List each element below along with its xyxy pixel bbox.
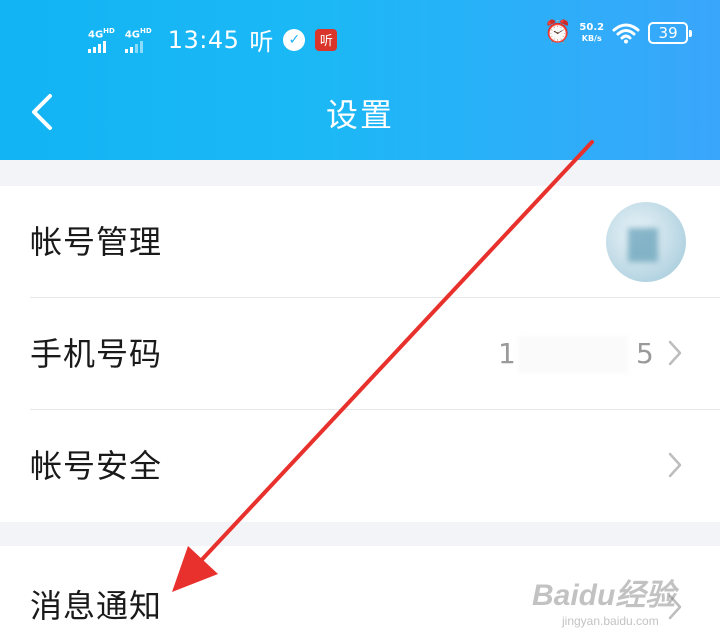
row-label: 消息通知 — [30, 587, 163, 625]
status-left: 4GHD 4GHD 13:45 听 ✓ 听 — [88, 22, 338, 57]
signal-icon-2: 4GHD — [124, 26, 152, 54]
page-title: 设置 — [325, 96, 394, 134]
app-header: 4GHD 4GHD 13:45 听 ✓ 听 ⏰ 50.2 KB/s 39 设置 — [0, 0, 720, 160]
status-bar: 4GHD 4GHD 13:45 听 ✓ 听 ⏰ 50.2 KB/s 39 — [0, 14, 720, 62]
app-notify-icon: 听 — [315, 28, 338, 51]
wifi-icon — [612, 23, 640, 44]
network-speed: 50.2 KB/s — [579, 22, 605, 43]
status-time: 13:45 — [167, 25, 240, 54]
status-right: ⏰ 50.2 KB/s 39 — [544, 20, 693, 45]
settings-row-account-manage[interactable]: 帐号管理 — [0, 186, 720, 298]
chevron-right-icon — [668, 452, 682, 478]
alarm-icon: ⏰ — [544, 20, 572, 45]
signal-icon: 4GHD — [88, 26, 115, 54]
settings-row-account-security[interactable]: 帐号安全 — [0, 410, 720, 522]
settings-row-phone[interactable]: 手机号码 1 5 — [0, 298, 720, 410]
battery-icon: 39 — [648, 22, 693, 44]
row-label: 帐号管理 — [30, 223, 163, 261]
app-listen-icon: 听 — [249, 28, 274, 56]
avatar — [606, 202, 686, 282]
location-icon: ✓ — [283, 28, 306, 51]
row-label: 帐号安全 — [30, 447, 163, 485]
chevron-right-icon — [668, 340, 682, 366]
baidu-watermark: Baidu经验 jingyan.baidu.com — [532, 579, 676, 628]
row-label: 手机号码 — [30, 335, 163, 373]
